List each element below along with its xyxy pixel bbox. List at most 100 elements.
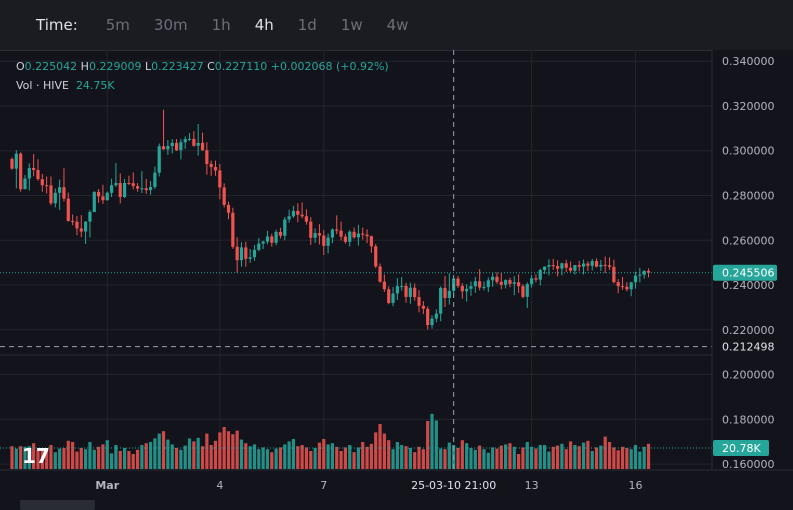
volume-bar xyxy=(239,439,244,469)
candle-body xyxy=(456,278,460,286)
candle-body xyxy=(148,186,153,191)
candle-body xyxy=(235,246,239,261)
time-tick-label: 4 xyxy=(216,479,223,492)
volume-bar xyxy=(49,445,53,469)
volume-bar xyxy=(248,446,252,469)
candle-body xyxy=(499,281,503,285)
volume-bar xyxy=(577,446,581,469)
price-tick-label: 0.220000 xyxy=(722,324,775,337)
volume-bar xyxy=(486,452,490,469)
volume-bar xyxy=(430,413,434,469)
price-tick-label: 0.200000 xyxy=(722,369,775,382)
price-tick-label: 0.300000 xyxy=(722,145,775,158)
candle-body xyxy=(10,159,14,169)
candle-body xyxy=(495,276,499,282)
volume-bar xyxy=(547,451,551,469)
candle-body xyxy=(222,187,226,205)
candle-body xyxy=(439,287,443,314)
volume-bar xyxy=(512,446,516,469)
volume-bar xyxy=(313,448,317,469)
candle-body xyxy=(140,188,144,190)
candle-body xyxy=(625,286,629,290)
volume-bar xyxy=(317,442,322,469)
volume-bar xyxy=(257,449,261,469)
candle-body xyxy=(114,182,118,186)
volume-bar xyxy=(166,439,170,469)
volume-bar xyxy=(594,447,599,469)
volume-bar xyxy=(538,445,542,469)
candle-body xyxy=(166,146,170,150)
candle-body xyxy=(534,278,538,280)
volume-bar xyxy=(53,452,57,469)
time-scrollbar[interactable] xyxy=(20,500,95,510)
tradingview-logo-icon: 17 xyxy=(22,444,50,468)
volume-bar xyxy=(339,451,343,469)
volume-bar xyxy=(590,451,594,469)
volume-bar xyxy=(14,448,18,469)
candle-body xyxy=(71,221,75,223)
volume-bar xyxy=(209,445,213,469)
timeframe-1d-button[interactable]: 1d xyxy=(298,16,317,34)
candle-body xyxy=(573,265,577,271)
volume-bar xyxy=(118,451,122,469)
candle-body xyxy=(400,285,404,287)
volume-bar xyxy=(478,445,482,469)
candle-body xyxy=(361,233,365,235)
volume-bar xyxy=(205,433,209,469)
volume-bar xyxy=(88,442,92,469)
volume-bar xyxy=(10,446,14,469)
candle-body xyxy=(326,237,330,246)
candle-body xyxy=(196,142,200,146)
high-label: H xyxy=(80,60,89,73)
volume-bar xyxy=(135,449,140,469)
candle-body xyxy=(200,142,205,151)
candle-body xyxy=(404,285,408,297)
volume-bars xyxy=(10,413,651,469)
price-tick-label: 0.260000 xyxy=(722,234,775,247)
timeframe-4h-button[interactable]: 4h xyxy=(255,16,274,34)
volume-bar xyxy=(174,448,179,469)
candle-body xyxy=(460,285,464,292)
volume-bar xyxy=(620,446,625,469)
candle-body xyxy=(62,187,66,199)
volume-bar xyxy=(603,436,607,469)
volume-bar xyxy=(542,445,547,469)
volume-bar xyxy=(413,452,417,469)
timeframe-30m-button[interactable]: 30m xyxy=(154,16,188,34)
volume-bar xyxy=(612,447,616,469)
close-value: 0.227110 xyxy=(214,60,268,73)
price-chart[interactable]: 17 0.340000 0.320000 0.300000 0.280000 0.260… xyxy=(0,50,793,510)
last-price-label: 0.245506 xyxy=(722,267,775,280)
candle-body xyxy=(257,243,261,250)
timeframe-4w-button[interactable]: 4w xyxy=(387,16,409,34)
candle-body xyxy=(586,263,590,266)
candle-body xyxy=(109,185,114,193)
timeframe-1w-button[interactable]: 1w xyxy=(341,16,363,34)
candle-body xyxy=(317,233,322,236)
price-tick-label: 0.320000 xyxy=(722,100,775,113)
candle-body xyxy=(218,170,222,188)
candle-body xyxy=(508,280,512,284)
candle-body xyxy=(577,265,581,267)
candle-body xyxy=(97,191,101,197)
volume-bar xyxy=(114,445,118,469)
candle-body xyxy=(542,266,547,271)
volume-bar xyxy=(326,444,330,469)
candle-body xyxy=(270,236,274,243)
candle-body xyxy=(599,264,603,267)
candle-body xyxy=(330,229,335,238)
candle-body xyxy=(322,235,326,246)
candle-body xyxy=(174,142,179,151)
volume-bar xyxy=(218,432,222,469)
volume-bar xyxy=(530,446,534,469)
timeframe-1h-button[interactable]: 1h xyxy=(212,16,231,34)
candle-body xyxy=(179,142,183,151)
price-axis: 0.340000 0.320000 0.300000 0.280000 0.260000… xyxy=(711,50,793,510)
volume-bar xyxy=(291,439,296,469)
volume-value: 24.75K xyxy=(75,79,115,92)
candle-body xyxy=(352,231,356,238)
volume-bar xyxy=(581,442,586,469)
candle-body xyxy=(426,308,430,326)
time-axis: Mar 4 7 13 16 25-03-10 21:00 xyxy=(0,469,793,493)
timeframe-5m-button[interactable]: 5m xyxy=(106,16,130,34)
